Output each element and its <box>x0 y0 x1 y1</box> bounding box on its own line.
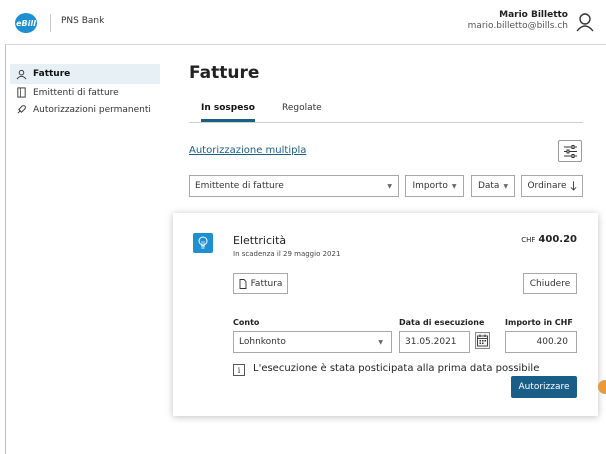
document-icon <box>239 278 247 289</box>
execution-date-input[interactable]: 31.05.2021 <box>399 331 470 353</box>
tab-bar: In sospeso Regolate <box>189 98 583 123</box>
chevron-down-icon: ▼ <box>451 182 457 190</box>
header-divider <box>50 14 51 32</box>
invoice-amount: CHF 400.20 <box>521 234 577 245</box>
sidebar-item-label: Fatture <box>33 69 71 79</box>
lightbulb-icon <box>193 233 213 253</box>
amount-input[interactable]: 400.20 <box>505 331 577 353</box>
sort-arrow-icon <box>570 180 576 191</box>
multi-auth-link[interactable]: Autorizzazione multipla <box>189 145 306 156</box>
issuer-select-value: Emittente di fatture <box>195 181 284 191</box>
account-select[interactable]: Lohnkonto ▼ <box>233 331 392 353</box>
sidebar-item-fatture[interactable]: Fatture <box>10 64 160 84</box>
filter-settings-button[interactable] <box>558 140 582 162</box>
sidebar-item-label: Emittenti di fatture <box>33 87 119 98</box>
authorize-button[interactable]: Autorizzare <box>511 376 577 398</box>
date-sort-label: Data <box>477 181 500 191</box>
invoice-document-label: Fattura <box>250 278 283 289</box>
tab-regolate[interactable]: Regolate <box>282 103 322 113</box>
user-email: mario.billetto@bills.ch <box>467 21 568 31</box>
invoice-document-button[interactable]: Fattura <box>233 273 288 294</box>
user-info[interactable]: Mario Billetto mario.billetto@bills.ch <box>468 10 568 32</box>
building-icon <box>17 87 26 98</box>
account-select-value: Lohnkonto <box>239 337 286 347</box>
sidebar: Fatture Emittenti di fatture Autorizzazi… <box>10 64 160 118</box>
close-button[interactable]: Chiudere <box>523 273 577 294</box>
calendar-icon[interactable] <box>475 332 490 349</box>
invoice-title: Elettricità <box>233 234 287 247</box>
tab-in-sospeso[interactable]: In sospeso <box>201 103 255 122</box>
sidebar-item-emittenti[interactable]: Emittenti di fatture <box>10 84 160 101</box>
user-name: Mario Billetto <box>499 10 568 20</box>
postponed-info-text: L'esecuzione è stata posticipata alla pr… <box>253 363 540 374</box>
date-sort-button[interactable]: Data ▼ <box>471 175 515 197</box>
sidebar-item-label: Autorizzazioni permanenti <box>33 104 151 115</box>
help-bubble[interactable] <box>598 380 606 394</box>
issuer-select[interactable]: Emittente di fatture ▼ <box>189 175 399 197</box>
top-header: eBill PNS Bank Mario Billetto mario.bill… <box>5 0 606 45</box>
sliders-icon <box>564 145 577 158</box>
ebill-logo[interactable]: eBill <box>15 13 37 33</box>
user-icon[interactable] <box>576 12 594 32</box>
invoice-due-date: In scadenza il 29 maggio 2021 <box>233 250 341 258</box>
chevron-down-icon: ▼ <box>503 182 509 190</box>
info-icon: i <box>233 364 245 376</box>
invoice-icon <box>16 69 27 79</box>
amount-value: 400.20 <box>538 234 577 245</box>
sidebar-item-autorizzazioni[interactable]: Autorizzazioni permanenti <box>10 101 160 118</box>
chevron-down-icon: ▼ <box>378 339 383 346</box>
execution-date-label: Data di esecuzione <box>399 318 485 327</box>
amount-sort-label: Importo <box>412 181 448 191</box>
rocket-icon <box>17 105 26 114</box>
amount-sort-button[interactable]: Importo ▼ <box>405 175 464 197</box>
amount-chf-label: Importo in CHF <box>505 318 573 327</box>
currency-label: CHF <box>521 236 536 244</box>
bank-name: PNS Bank <box>61 16 105 26</box>
chevron-down-icon: ▼ <box>387 183 392 190</box>
order-label: Ordinare <box>527 181 567 191</box>
page-title: Fatture <box>189 63 260 83</box>
account-label: Conto <box>233 318 260 327</box>
order-button[interactable]: Ordinare <box>521 175 583 197</box>
invoice-card: Elettricità In scadenza il 29 maggio 202… <box>173 213 598 416</box>
